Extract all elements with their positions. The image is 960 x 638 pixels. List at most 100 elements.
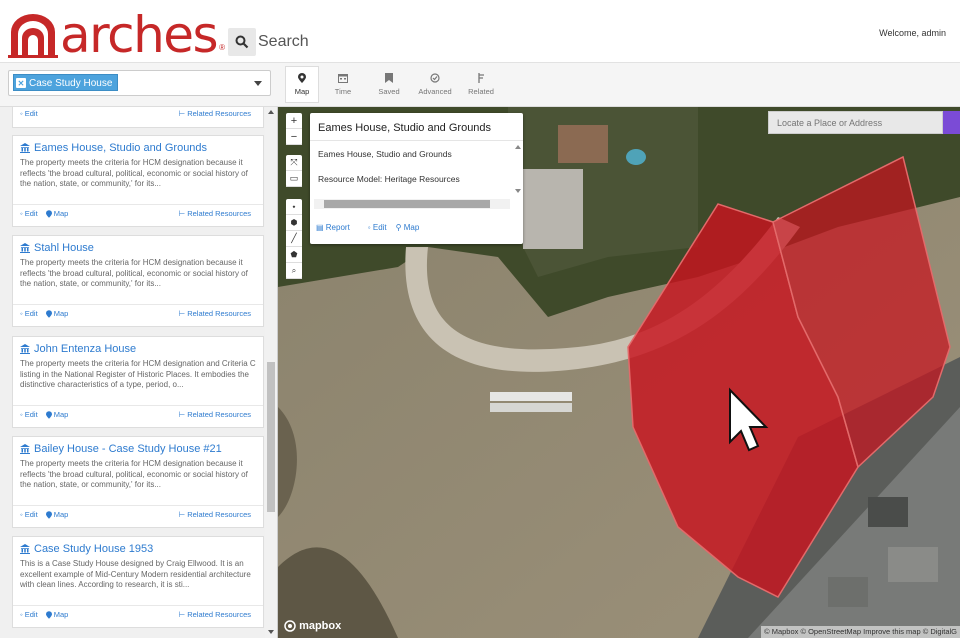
search-tabs: Map Time Saved Advanced Related (285, 66, 505, 103)
popup-horizontal-scrollbar[interactable] (314, 199, 510, 209)
institution-icon (20, 444, 30, 454)
scroll-arrows-icon (515, 145, 521, 193)
edit-link[interactable]: ◦ Edit (20, 510, 38, 519)
check-circle-icon (430, 73, 440, 83)
point-draw-icon[interactable]: ⬩ (286, 199, 302, 215)
result-title-link[interactable]: Bailey House - Case Study House #21 (20, 443, 222, 455)
popup-divider (310, 140, 523, 141)
tab-related[interactable]: Related (459, 66, 503, 103)
result-title-link[interactable]: Case Study House 1953 (20, 543, 153, 555)
scroll-up-icon[interactable] (268, 110, 274, 114)
tab-map[interactable]: Map (285, 66, 319, 103)
search-icon (235, 35, 249, 49)
institution-icon (20, 544, 30, 554)
logo-text: arches (60, 6, 219, 64)
map-link[interactable]: Map (45, 309, 77, 318)
report-link[interactable]: ▤ Report (316, 223, 359, 232)
result-title-link[interactable]: Eames House, Studio and Grounds (20, 142, 207, 154)
card-divider (13, 605, 263, 606)
scrollbar-thumb[interactable] (267, 362, 275, 512)
related-resources-link[interactable]: ⊢ Related Resources (179, 209, 251, 218)
result-description: The property meets the criteria for HCM … (20, 158, 248, 188)
related-resources-label: Related Resources (187, 109, 251, 118)
bookmark-icon (385, 73, 393, 83)
mapbox-logo[interactable]: mapbox (284, 620, 341, 632)
welcome-user[interactable]: Welcome, admin (879, 28, 946, 38)
card-divider (13, 405, 263, 406)
remove-filter-icon[interactable]: ✕ (16, 78, 26, 88)
result-card: Case Study House 1953 This is a Case Stu… (12, 536, 264, 628)
locate-button[interactable] (943, 111, 960, 134)
map-link-label: Map (403, 223, 420, 232)
related-resources-label: Related Resources (187, 610, 251, 619)
result-title: Bailey House - Case Study House #21 (34, 443, 222, 455)
card-divider (13, 304, 263, 305)
polygon-draw-icon[interactable]: ⬟ (286, 247, 302, 263)
locate-place-input[interactable] (768, 111, 943, 134)
result-title-link[interactable]: John Entenza House (20, 343, 136, 355)
search-toolbar: ✕ Case Study House Map Time Saved Advanc… (0, 63, 960, 107)
edit-link[interactable]: ◦ Edit (20, 410, 38, 419)
edit-link[interactable]: ◦ Edit (20, 610, 38, 619)
basemap-icon[interactable]: ▭ (286, 171, 302, 187)
result-title: John Entenza House (34, 343, 137, 355)
map-view[interactable]: + − ⤧ ▭ ⬩ ⬢ ╱ ⬟ ⌕ Eames House, Studio an… (278, 107, 960, 638)
arches-logo-mark-icon (8, 14, 58, 58)
term-filter-select[interactable]: ✕ Case Study House (8, 70, 271, 96)
popup-scrollbar-thumb[interactable] (324, 200, 490, 208)
map-link-label: Map (53, 209, 69, 218)
card-actions: ◦ Edit Map (20, 410, 84, 419)
map-marker-icon (45, 410, 52, 419)
map-link[interactable]: Map (45, 410, 77, 419)
result-card: Bailey House - Case Study House #21 The … (12, 436, 264, 528)
zoom-in-button[interactable]: + (286, 113, 302, 129)
result-description: The property meets the criteria for HCM … (20, 258, 248, 288)
map-attribution[interactable]: © Mapbox © OpenStreetMap Improve this ma… (761, 626, 960, 638)
fullscreen-icon[interactable]: ⤧ (286, 155, 302, 171)
caret-down-icon[interactable] (254, 81, 262, 86)
scroll-down-icon[interactable] (268, 630, 274, 634)
popup-resource-model: Resource Model: Heritage Resources (318, 174, 460, 184)
popup-resource-name: Eames House, Studio and Grounds (318, 149, 452, 159)
tab-advanced-label: Advanced (418, 87, 452, 96)
report-link-label: Report (325, 223, 350, 232)
result-card: Eames House, Studio and Grounds The prop… (12, 135, 264, 227)
card-actions: ◦ Edit Map (20, 610, 84, 619)
result-title-link[interactable]: Stahl House (20, 242, 94, 254)
related-resources-label: Related Resources (187, 309, 251, 318)
filter-chip[interactable]: ✕ Case Study House (13, 74, 119, 91)
edit-link[interactable]: ◦ Edit (20, 209, 38, 218)
related-resources-link[interactable]: ⊢ Related Resources (179, 109, 251, 118)
marker-draw-icon[interactable]: ⬢ (286, 215, 302, 231)
map-link[interactable]: Map (45, 209, 77, 218)
popup-scrollbar[interactable] (515, 143, 521, 195)
edit-link[interactable]: ◦ Edit (368, 223, 387, 232)
related-resources-link[interactable]: ⊢ Related Resources (179, 510, 251, 519)
arches-logo[interactable]: arches ® (8, 6, 225, 64)
related-resources-link[interactable]: ⊢ Related Resources (179, 610, 251, 619)
results-scrollbar[interactable] (265, 107, 277, 638)
calendar-icon (338, 74, 348, 83)
search-link[interactable]: Search (258, 33, 309, 51)
tab-time[interactable]: Time (321, 66, 365, 103)
related-resources-link[interactable]: ⊢ Related Resources (179, 410, 251, 419)
map-link[interactable]: ⚲ Map (396, 223, 429, 232)
zoom-out-button[interactable]: − (286, 129, 302, 145)
line-draw-icon[interactable]: ╱ (286, 231, 302, 247)
tab-saved[interactable]: Saved (367, 66, 411, 103)
search-icon[interactable]: ⌕ (286, 263, 302, 279)
related-resources-label: Related Resources (187, 510, 251, 519)
related-resources-link[interactable]: ⊢ Related Resources (179, 309, 251, 318)
map-link[interactable]: Map (45, 610, 77, 619)
map-link[interactable]: Map (45, 510, 77, 519)
card-actions: ◦ Edit Map (20, 510, 84, 519)
search-icon-button[interactable] (228, 28, 256, 56)
edit-link[interactable]: ◦ Edit (20, 309, 38, 318)
result-card-partial: ◦ Edit ⊢ Related Resources (12, 107, 264, 128)
result-card: Stahl House The property meets the crite… (12, 235, 264, 327)
institution-icon (20, 143, 30, 153)
tab-advanced[interactable]: Advanced (413, 66, 457, 103)
card-divider (13, 204, 263, 205)
edit-link[interactable]: ◦ Edit (20, 109, 38, 118)
app-header: arches ® Search Welcome, admin (0, 0, 960, 63)
